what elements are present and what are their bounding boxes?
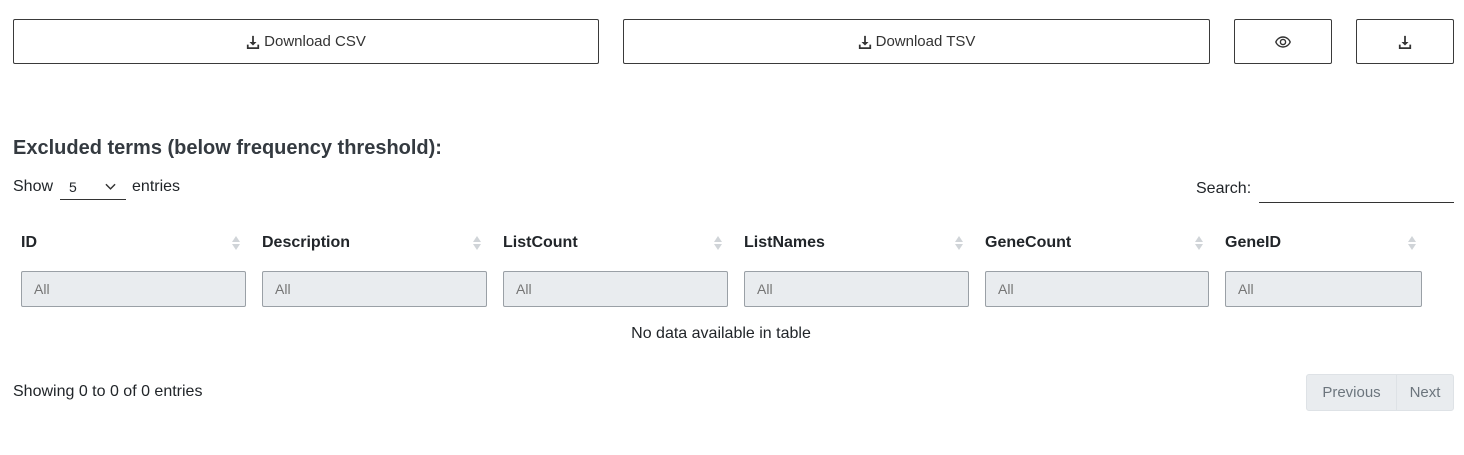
filter-input-geneid[interactable] (1225, 271, 1422, 307)
download-icon (858, 35, 871, 49)
filter-input-listcount[interactable] (503, 271, 728, 307)
search-label: Search: (1196, 180, 1252, 197)
entries-select-value: 5 (69, 178, 77, 195)
download-tsv-label: Download TSV (875, 33, 976, 50)
column-header-genecount[interactable]: GeneCount (985, 233, 1209, 253)
show-label: Show (13, 178, 54, 195)
column-header-listnames[interactable]: ListNames (744, 233, 969, 253)
column-header-listcount[interactable]: ListCount (503, 233, 728, 253)
download-icon (1398, 35, 1412, 49)
eye-icon (1275, 35, 1291, 48)
search-wrap: Search: (1196, 175, 1455, 203)
column-header-description[interactable]: Description (262, 233, 487, 253)
empty-table-message: No data available in table (631, 325, 811, 342)
sort-icon (232, 236, 240, 250)
column-header-id[interactable]: ID (21, 233, 246, 253)
filter-input-id[interactable] (21, 271, 246, 307)
column-header-label: Description (262, 234, 351, 251)
sort-icon (1408, 236, 1416, 250)
download-csv-label: Download CSV (264, 33, 366, 50)
column-header-geneid[interactable]: GeneID (1225, 233, 1422, 253)
column-header-label: ListNames (744, 234, 825, 251)
filter-input-listnames[interactable] (744, 271, 969, 307)
search-input[interactable] (1259, 175, 1455, 203)
view-button[interactable] (1234, 19, 1332, 64)
download-tsv-button[interactable]: Download TSV (623, 19, 1210, 64)
column-header-label: GeneCount (985, 234, 1072, 251)
column-header-label: ListCount (503, 234, 578, 251)
table-info: Showing 0 to 0 of 0 entries (13, 383, 203, 400)
sort-icon (1195, 236, 1203, 250)
previous-button[interactable]: Previous (1307, 375, 1397, 410)
download-button[interactable] (1356, 19, 1454, 64)
pagination: Previous Next (1306, 374, 1454, 411)
section-title: Excluded terms (below frequency threshol… (13, 137, 442, 159)
column-header-label: GeneID (1225, 234, 1282, 251)
next-button[interactable]: Next (1397, 375, 1453, 410)
chevron-down-icon (105, 183, 116, 190)
entries-label: entries (132, 178, 181, 195)
download-icon (247, 35, 260, 49)
entries-select[interactable]: 5 (60, 174, 127, 200)
download-csv-button[interactable]: Download CSV (13, 19, 599, 64)
sort-icon (714, 236, 722, 250)
column-header-label: ID (21, 234, 37, 251)
length-menu: Show 5 entries (13, 174, 180, 200)
sort-icon (473, 236, 481, 250)
filter-input-description[interactable] (262, 271, 487, 307)
sort-icon (955, 236, 963, 250)
filter-input-genecount[interactable] (985, 271, 1209, 307)
